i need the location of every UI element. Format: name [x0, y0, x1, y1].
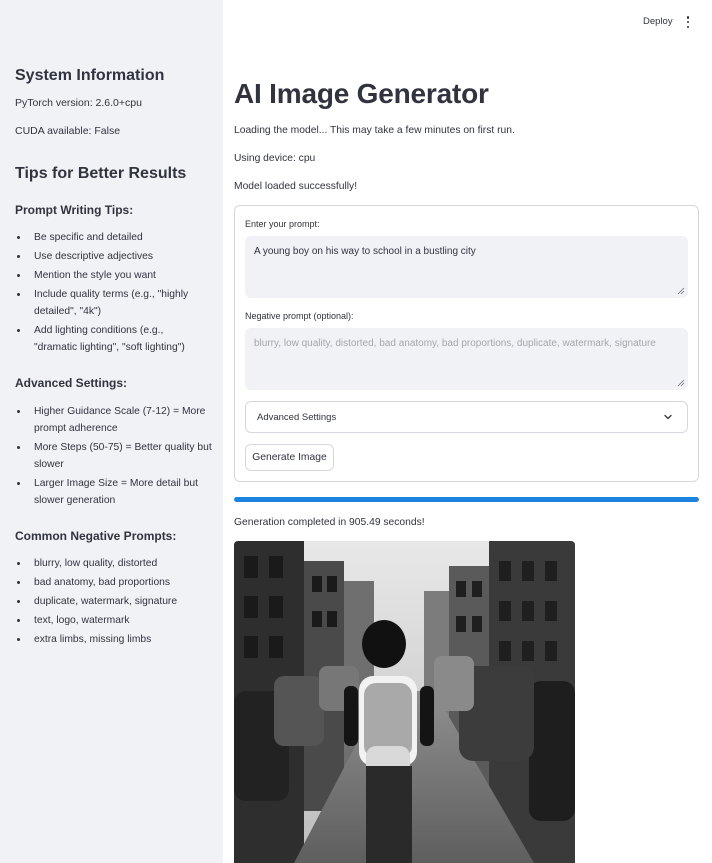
device-message: Using device: cpu: [234, 153, 316, 164]
prompt-tips-heading: Prompt Writing Tips:: [15, 203, 134, 217]
pytorch-version-text: PyTorch version: 2.6.0+cpu: [15, 97, 142, 109]
negative-prompt-placeholder: blurry, low quality, distorted, bad anat…: [254, 338, 656, 349]
model-loaded-message: Model loaded successfully!: [234, 181, 358, 192]
progress-fill: [234, 497, 699, 502]
advanced-settings-expander[interactable]: Advanced Settings: [245, 401, 688, 433]
list-item: extra limbs, missing limbs: [15, 631, 215, 648]
generated-image: [234, 541, 575, 863]
generated-image-illustration: [234, 541, 575, 863]
list-item: blurry, low quality, distorted: [15, 555, 215, 572]
negative-prompts-list: blurry, low quality, distorted bad anato…: [15, 555, 215, 648]
sidebar: System Information PyTorch version: 2.6.…: [0, 0, 223, 863]
generate-image-button[interactable]: Generate Image: [245, 444, 334, 471]
kebab-menu-icon[interactable]: [684, 16, 692, 28]
list-item-line: Add lighting conditions (e.g.,: [34, 325, 164, 336]
list-item-line: detailed", "4k"): [34, 306, 102, 317]
list-item: bad anatomy, bad proportions: [15, 574, 215, 591]
prompt-tips-list: Be specific and detailed Use descriptive…: [15, 229, 215, 356]
resize-grip-icon[interactable]: [677, 379, 685, 387]
completion-message: Generation completed in 905.49 seconds!: [234, 517, 425, 528]
list-item: Larger Image Size = More detail but slowe…: [15, 475, 215, 509]
advanced-settings-heading: Advanced Settings:: [15, 376, 128, 390]
list-item-line: Higher Guidance Scale (7-12) = More: [34, 406, 206, 417]
list-item-line: More Steps (50-75) = Better quality but: [34, 442, 212, 453]
list-item: More Steps (50-75) = Better quality but s…: [15, 439, 215, 473]
tips-heading: Tips for Better Results: [15, 165, 187, 182]
list-item: Use descriptive adjectives: [15, 248, 215, 265]
prompt-textarea[interactable]: A young boy on his way to school in a bu…: [245, 236, 688, 298]
negative-prompt-textarea[interactable]: blurry, low quality, distorted, bad anat…: [245, 328, 688, 390]
generation-form: Enter your prompt: A young boy on his wa…: [234, 205, 699, 482]
list-item: Mention the style you want: [15, 267, 215, 284]
list-item-line: slower: [34, 459, 64, 470]
list-item: text, logo, watermark: [15, 612, 215, 629]
list-item: duplicate, watermark, signature: [15, 593, 215, 610]
deploy-button[interactable]: Deploy: [643, 16, 673, 27]
advanced-settings-label: Advanced Settings: [257, 412, 337, 423]
progress-bar: [234, 497, 699, 502]
chevron-down-icon: [664, 414, 672, 420]
list-item-line: "dramatic lighting", "soft lighting"): [34, 342, 185, 353]
list-item-line: Include quality terms (e.g., "highly: [34, 289, 189, 300]
list-item: Add lighting conditions (e.g., "dramatic …: [15, 322, 215, 356]
negative-prompt-label: Negative prompt (optional):: [245, 311, 354, 321]
list-item-line: prompt adherence: [34, 423, 118, 434]
loading-message: Loading the model... This may take a few…: [234, 125, 515, 136]
list-item: Be specific and detailed: [15, 229, 215, 246]
page-title: AI Image Generator: [234, 78, 489, 109]
negative-prompts-heading: Common Negative Prompts:: [15, 529, 177, 543]
list-item-line: Larger Image Size = More detail but: [34, 478, 198, 489]
prompt-text: A young boy on his way to school in a bu…: [254, 246, 476, 257]
advanced-tips-list: Higher Guidance Scale (7-12) = More promp…: [15, 403, 215, 509]
list-item: Higher Guidance Scale (7-12) = More promp…: [15, 403, 215, 437]
prompt-label: Enter your prompt:: [245, 219, 320, 229]
cuda-available-text: CUDA available: False: [15, 125, 121, 137]
list-item-line: slower generation: [34, 495, 116, 506]
resize-grip-icon[interactable]: [677, 287, 685, 295]
system-info-heading: System Information: [15, 67, 165, 84]
list-item: Include quality terms (e.g., "highly deta…: [15, 286, 215, 320]
